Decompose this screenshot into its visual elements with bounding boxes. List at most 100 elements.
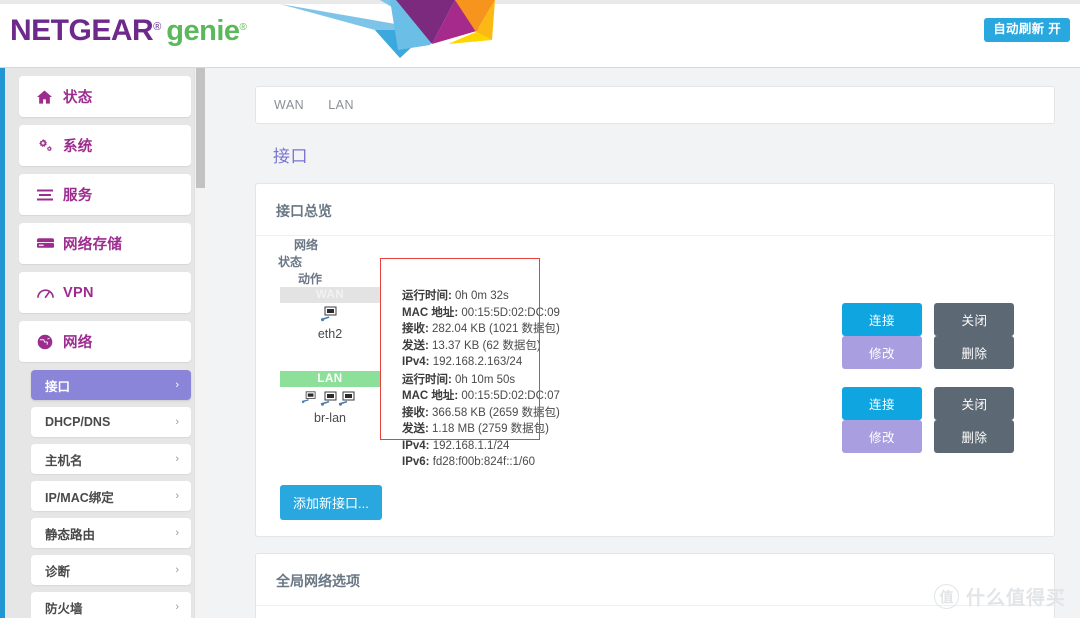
chevron-right-icon: ›	[175, 527, 179, 539]
delete-button[interactable]: 删除	[934, 336, 1015, 369]
status-badge: WAN	[280, 287, 380, 303]
sidebar-subitem-hostnames-label: 主机名	[45, 453, 83, 468]
chevron-right-icon: ›	[175, 601, 179, 613]
status-line-ipv4: IPv4: 192.168.1.1/24	[402, 439, 510, 452]
gears-icon	[37, 138, 59, 153]
sidebar-item-vpn-label: VPN	[63, 284, 94, 301]
header-top-strip	[0, 0, 1080, 4]
status-line-mac: MAC 地址: 00:15:5D:02:DC:07	[402, 390, 560, 402]
table-header-row: 网络 状态 动作	[256, 236, 1054, 287]
sidebar-subitem-diagnostics-label: 诊断	[45, 564, 71, 579]
speedometer-icon	[37, 286, 59, 300]
sidebar-subitem-interfaces[interactable]: 接口 ›	[31, 370, 191, 400]
sidebar-scrollbar[interactable]	[194, 68, 205, 618]
status-badge: LAN	[280, 370, 380, 387]
netgear-genie-logo: NETGEAR ® genie ®	[10, 14, 247, 48]
logo-genie-text: genie	[166, 15, 240, 47]
chevron-right-icon: ›	[175, 564, 179, 576]
logo-registered2-icon: ®	[239, 22, 247, 33]
sidebar-subitem-firewall[interactable]: 防火墙 ›	[31, 592, 191, 618]
sidebar-subitem-dhcp-dns-label: DHCP/DNS	[45, 415, 111, 429]
logo-netgear-text: NETGEAR	[10, 14, 154, 47]
interface-network-cell: WAN eth2	[280, 287, 380, 347]
chevron-right-icon: ›	[175, 416, 179, 428]
logo-registered-icon: ®	[153, 21, 162, 33]
app-page: NETGEAR ® genie ® 自动刷新 开 状态 系统 服务 网络存储 V…	[0, 0, 1080, 618]
table-row: LAN br-lan 运行时间: 0h 10m 50s MAC 地址: 00:1…	[280, 370, 1030, 471]
interface-tabbar: WAN LAN	[255, 86, 1055, 124]
interface-name: br-lan	[314, 410, 346, 425]
edit-button[interactable]: 修改	[842, 419, 922, 453]
interface-action-cell: 连接 关闭 修改 删除	[800, 371, 1030, 453]
sidebar-item-services[interactable]: 服务	[19, 174, 191, 215]
status-line-rx: 接收: 282.04 KB (1021 数据包)	[402, 323, 560, 335]
sidebar-subitem-hostnames[interactable]: 主机名 ›	[31, 444, 191, 474]
sidebar-subitem-interfaces-label: 接口	[45, 379, 71, 394]
sidebar-item-status[interactable]: 状态	[19, 76, 191, 117]
interface-table: 网络 状态 动作 WAN eth2 运行时间: 0h 0m 32s MAC 地址…	[256, 236, 1054, 536]
add-new-interface-button[interactable]: 添加新接口...	[280, 484, 382, 520]
chevron-right-icon: ›	[175, 490, 179, 502]
chevron-right-icon: ›	[175, 453, 179, 465]
sidebar-item-network-label: 网络	[63, 335, 93, 351]
global-network-options-title: 全局网络选项	[256, 554, 1054, 606]
column-header-status: 状态	[278, 255, 303, 269]
column-header-network: 网络	[293, 238, 318, 252]
sidebar-scrollbar-thumb[interactable]	[196, 68, 205, 188]
interface-name: eth2	[317, 327, 343, 341]
status-line-uptime: 运行时间: 0h 10m 50s	[402, 373, 516, 386]
sidebar-subitem-firewall-label: 防火墙	[45, 601, 83, 616]
status-line-ipv4: IPv4: 192.168.2.163/24	[402, 356, 523, 368]
sidebar-subitem-dhcp-dns[interactable]: DHCP/DNS ›	[31, 407, 191, 437]
tab-lan[interactable]: LAN	[328, 98, 354, 112]
stop-button[interactable]: 关闭	[934, 303, 1015, 336]
sidebar-subitem-static-routes-label: 静态路由	[45, 527, 96, 542]
interface-overview-title: 接口总览	[256, 184, 1054, 236]
sidebar-item-services-label: 服务	[63, 188, 93, 204]
status-line-tx: 发送: 1.18 MB (2759 数据包)	[402, 423, 549, 435]
list-icon	[37, 189, 59, 201]
status-line-ipv6: IPv6: fd28:f00b:824f::1/60	[402, 456, 536, 468]
harddrive-icon	[37, 237, 59, 250]
table-row: WAN eth2 运行时间: 0h 0m 32s MAC 地址: 00:15:5…	[280, 287, 1030, 371]
sidebar-nav: 状态 系统 服务 网络存储 VPN 网络 接口 › DHCP/DNS › 主机名…	[5, 68, 205, 618]
status-line-tx: 发送: 13.37 KB (62 数据包)	[402, 339, 541, 352]
sidebar-subitem-ip-mac-binding-label: IP/MAC绑定	[45, 490, 114, 505]
sidebar-subitem-static-routes[interactable]: 静态路由 ›	[31, 518, 191, 548]
interface-status-text: 运行时间: 0h 10m 50s MAC 地址: 00:15:5D:02:DC:…	[402, 371, 800, 471]
add-interface-row: 添加新接口...	[256, 471, 1054, 536]
edit-button[interactable]: 修改	[842, 336, 922, 369]
interface-action-cell: 连接 关闭 修改 删除	[800, 287, 1030, 369]
connect-button[interactable]: 连接	[842, 386, 922, 420]
status-line-rx: 接收: 366.58 KB (2659 数据包)	[402, 406, 560, 419]
interface-network-cell: LAN br-lan	[280, 370, 380, 431]
home-icon	[37, 89, 59, 104]
app-header: NETGEAR ® genie ® 自动刷新 开	[0, 0, 1080, 68]
sidebar-subitem-ip-mac-binding[interactable]: IP/MAC绑定 ›	[31, 481, 191, 511]
column-header-action: 动作	[298, 272, 323, 286]
sidebar-item-vpn[interactable]: VPN	[19, 272, 191, 313]
chevron-right-icon: ›	[175, 379, 179, 391]
interface-status-cell: 运行时间: 0h 10m 50s MAC 地址: 00:15:5D:02:DC:…	[380, 371, 800, 471]
main-content: WAN LAN 接口 接口总览 网络 状态 动作 WAN eth2 运行时间: …	[205, 68, 1080, 618]
status-line-uptime: 运行时间: 0h 0m 32s	[402, 290, 509, 302]
header-decoration-icon	[280, 0, 495, 58]
network-port-icons	[280, 387, 380, 410]
sidebar-item-system-label: 系统	[63, 139, 93, 155]
interface-status-text: 运行时间: 0h 0m 32s MAC 地址: 00:15:5D:02:DC:0…	[402, 287, 800, 371]
status-line-mac: MAC 地址: 00:15:5D:02:DC:09	[402, 306, 560, 319]
sidebar-subitem-diagnostics[interactable]: 诊断 ›	[31, 555, 191, 585]
network-port-icons	[280, 303, 380, 326]
auto-refresh-button[interactable]: 自动刷新 开	[984, 18, 1070, 42]
sidebar-item-status-label: 状态	[63, 90, 93, 106]
sidebar-item-network[interactable]: 网络	[19, 321, 191, 362]
sidebar-item-network-storage-label: 网络存储	[63, 237, 123, 253]
sidebar-item-network-storage[interactable]: 网络存储	[19, 223, 191, 264]
tab-wan[interactable]: WAN	[274, 98, 304, 112]
connect-button[interactable]: 连接	[842, 303, 922, 336]
stop-button[interactable]: 关闭	[934, 386, 1015, 420]
ula-prefix-row: IPv6 ULA 前缀	[256, 606, 1054, 618]
sidebar-item-system[interactable]: 系统	[19, 125, 191, 166]
interface-overview-panel: 接口总览 网络 状态 动作 WAN eth2 运行时间: 0h 0m 32s M…	[255, 183, 1055, 537]
delete-button[interactable]: 删除	[934, 419, 1015, 453]
